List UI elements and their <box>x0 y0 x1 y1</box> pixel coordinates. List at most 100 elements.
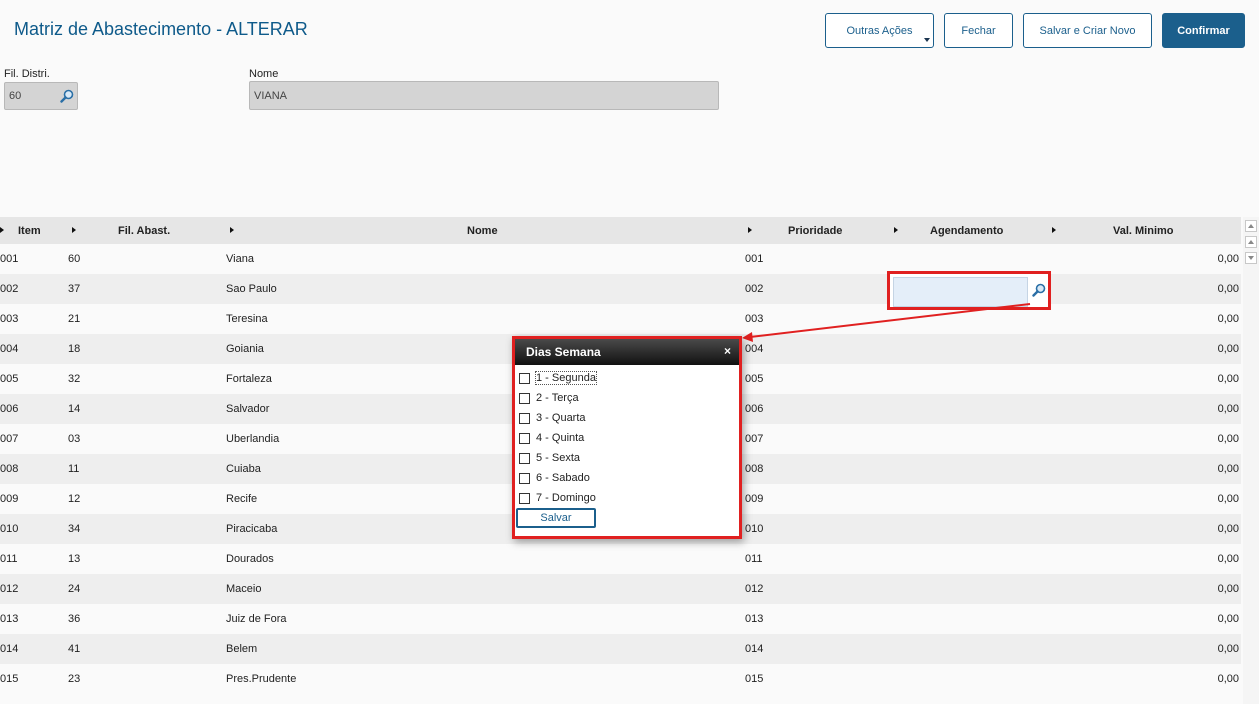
cell-item: 009 <box>0 493 19 505</box>
cell-prioridade: 006 <box>745 403 764 415</box>
checkbox[interactable] <box>519 452 530 464</box>
day-option[interactable]: 5 - Sexta <box>519 450 580 466</box>
column-header-agendamento[interactable]: Agendamento <box>930 225 1003 237</box>
nome-field[interactable]: VIANA <box>249 81 719 110</box>
confirm-button[interactable]: Confirmar <box>1162 13 1245 48</box>
save-and-new-button[interactable]: Salvar e Criar Novo <box>1023 13 1152 48</box>
column-arrow-icon[interactable] <box>0 227 4 233</box>
column-arrow-icon[interactable] <box>1052 227 1056 233</box>
cell-item: 012 <box>0 583 19 595</box>
column-header-item[interactable]: Item <box>18 225 41 237</box>
cell-prioridade: 001 <box>745 253 764 265</box>
day-option[interactable]: 4 - Quinta <box>519 430 584 446</box>
day-option[interactable]: 7 - Domingo <box>519 490 596 506</box>
day-label: 1 - Segunda <box>535 371 597 385</box>
agendamento-input[interactable] <box>893 277 1028 307</box>
cell-val-minimo: 0,00 <box>1217 553 1239 565</box>
cell-prioridade: 004 <box>745 343 764 355</box>
scroll-up-icon[interactable] <box>1245 236 1257 248</box>
cell-val-minimo: 0,00 <box>1217 343 1239 355</box>
cell-prioridade: 010 <box>745 523 764 535</box>
column-arrow-icon[interactable] <box>748 227 752 233</box>
day-label: 3 - Quarta <box>536 412 586 424</box>
cell-val-minimo: 0,00 <box>1217 643 1239 655</box>
day-option[interactable]: 6 - Sabado <box>519 470 590 486</box>
cell-item: 011 <box>0 553 18 565</box>
day-option[interactable]: 1 - Segunda <box>519 370 597 386</box>
cell-prioridade: 007 <box>745 433 764 445</box>
cell-fil-abast: 12 <box>68 493 81 505</box>
cell-fil-abast: 23 <box>68 673 81 685</box>
cell-item: 004 <box>0 343 19 355</box>
dias-semana-popup: Dias Semana × 1 - Segunda 2 - Terça 3 - … <box>512 336 742 539</box>
nome-label: Nome <box>249 68 279 80</box>
cell-prioridade: 008 <box>745 463 764 475</box>
cell-nome: Fortaleza <box>226 373 272 385</box>
cell-prioridade: 002 <box>745 283 764 295</box>
scroll-up-icon[interactable] <box>1245 220 1257 232</box>
day-option[interactable]: 3 - Quarta <box>519 410 586 426</box>
search-icon[interactable] <box>1032 283 1046 297</box>
save-button[interactable]: Salvar <box>516 508 596 528</box>
day-option[interactable]: 2 - Terça <box>519 390 579 406</box>
grid-header: Item Fil. Abast. Nome Prioridade Agendam… <box>0 217 1241 244</box>
table-row[interactable]: 002 37 Sao Paulo 002 0,00 <box>0 274 1241 304</box>
cell-fil-abast: 21 <box>68 313 81 325</box>
column-header-fil-abast[interactable]: Fil. Abast. <box>118 225 170 237</box>
checkbox[interactable] <box>519 412 530 424</box>
column-header-nome[interactable]: Nome <box>467 225 498 237</box>
other-actions-button[interactable]: Outras Ações <box>825 13 934 48</box>
checkbox[interactable] <box>519 372 530 384</box>
checkbox[interactable] <box>519 472 530 484</box>
fil-distri-field[interactable]: 60 <box>4 82 78 110</box>
table-row[interactable]: 015 23 Pres.Prudente 015 0,00 <box>0 664 1241 694</box>
search-icon[interactable] <box>60 89 74 103</box>
cell-prioridade: 015 <box>745 673 764 685</box>
cell-item: 005 <box>0 373 19 385</box>
column-header-val-minimo[interactable]: Val. Minimo <box>1113 225 1174 237</box>
cell-item: 007 <box>0 433 19 445</box>
cell-nome: Pres.Prudente <box>226 673 297 685</box>
cell-prioridade: 009 <box>745 493 764 505</box>
vertical-scrollbar[interactable] <box>1243 217 1259 704</box>
table-row[interactable]: 013 36 Juiz de Fora 013 0,00 <box>0 604 1241 634</box>
popup-header: Dias Semana × <box>515 339 739 365</box>
cell-prioridade: 014 <box>745 643 764 655</box>
cell-nome: Viana <box>226 253 254 265</box>
day-label: 4 - Quinta <box>536 432 585 444</box>
scroll-down-icon[interactable] <box>1245 252 1257 264</box>
cell-fil-abast: 11 <box>68 463 80 475</box>
cell-val-minimo: 0,00 <box>1217 493 1239 505</box>
checkbox[interactable] <box>519 492 530 504</box>
cell-fil-abast: 14 <box>68 403 81 415</box>
close-button[interactable]: Fechar <box>944 13 1013 48</box>
cell-fil-abast: 34 <box>68 523 81 535</box>
cell-val-minimo: 0,00 <box>1217 583 1239 595</box>
table-row[interactable]: 011 13 Dourados 011 0,00 <box>0 544 1241 574</box>
agendamento-highlight <box>887 271 1051 310</box>
cell-item: 010 <box>0 523 19 535</box>
page-title: Matriz de Abastecimento - ALTERAR <box>14 19 308 39</box>
table-row[interactable]: 001 60 Viana 001 0,00 <box>0 244 1241 274</box>
cell-nome: Teresina <box>226 313 268 325</box>
cell-val-minimo: 0,00 <box>1217 403 1239 415</box>
column-header-prioridade[interactable]: Prioridade <box>788 225 842 237</box>
close-icon[interactable]: × <box>724 344 731 358</box>
cell-nome: Recife <box>226 493 258 505</box>
column-arrow-icon[interactable] <box>72 227 76 233</box>
cell-fil-abast: 03 <box>68 433 81 445</box>
cell-val-minimo: 0,00 <box>1217 253 1239 265</box>
table-row[interactable]: 014 41 Belem 014 0,00 <box>0 634 1241 664</box>
table-row[interactable]: 003 21 Teresina 003 0,00 <box>0 304 1241 334</box>
column-arrow-icon[interactable] <box>230 227 234 233</box>
day-label: 5 - Sexta <box>536 452 581 464</box>
column-arrow-icon[interactable] <box>894 227 898 233</box>
fil-distri-value: 60 <box>9 90 22 102</box>
cell-val-minimo: 0,00 <box>1217 463 1239 475</box>
cell-item: 006 <box>0 403 19 415</box>
checkbox[interactable] <box>519 392 530 404</box>
cell-nome: Goiania <box>226 343 264 355</box>
checkbox[interactable] <box>519 432 530 444</box>
table-row[interactable]: 012 24 Maceio 012 0,00 <box>0 574 1241 604</box>
cell-val-minimo: 0,00 <box>1217 433 1239 445</box>
